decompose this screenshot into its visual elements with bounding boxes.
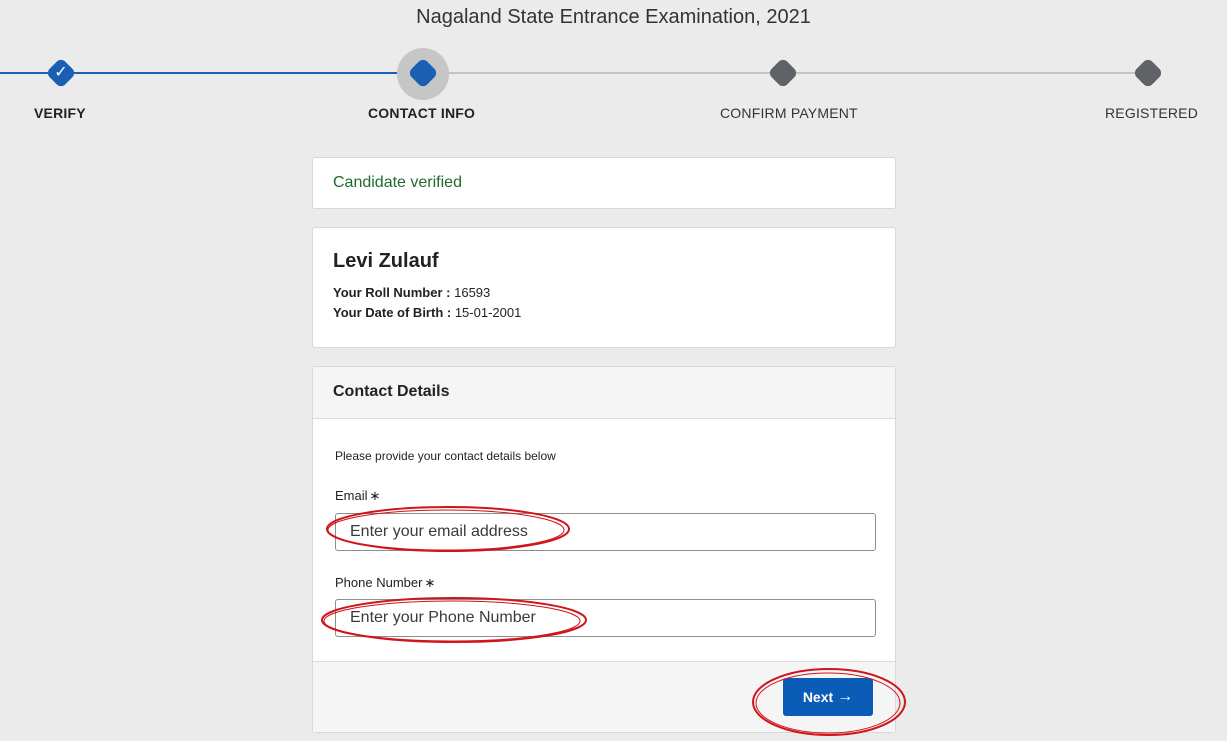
dob-value: 15-01-2001: [454, 305, 522, 320]
arrow-right-icon: →: [837, 688, 854, 705]
candidate-card: Levi Zulauf Your Roll Number : 16593 You…: [312, 227, 896, 348]
next-button-label: Next: [802, 689, 834, 705]
email-input[interactable]: [335, 513, 876, 551]
roll-number-value: 16593: [454, 285, 491, 300]
email-label: Email ∗: [335, 488, 380, 504]
step-payment-marker: [767, 57, 799, 89]
verified-alert-text: Candidate verified: [333, 174, 462, 191]
page-title: Nagaland State Entrance Examination, 202…: [416, 6, 811, 28]
step-label-verify: VERIFY: [34, 105, 86, 121]
phone-label-text: Phone Number: [335, 575, 423, 590]
contact-card-footer: Next →: [313, 661, 895, 732]
dob-label: Your Date of Birth :: [333, 305, 452, 320]
email-required-mark: ∗: [369, 488, 381, 503]
contact-details-header: Contact Details: [313, 367, 895, 419]
email-label-text: Email: [335, 488, 368, 503]
step-contact-marker: [407, 57, 439, 89]
roll-number-line: Your Roll Number : 16593: [333, 283, 875, 303]
phone-label: Phone Number ∗: [335, 575, 435, 591]
dob-line: Your Date of Birth : 15-01-2001: [333, 303, 875, 323]
contact-instructions: Please provide your contact details belo…: [335, 449, 556, 463]
roll-number-label: Your Roll Number :: [333, 285, 451, 300]
next-button[interactable]: Next →: [783, 678, 873, 716]
step-label-confirm-payment: CONFIRM PAYMENT: [720, 105, 858, 121]
step-label-registered: REGISTERED: [1105, 105, 1199, 121]
step-registered-marker: [1132, 57, 1164, 89]
phone-input[interactable]: [335, 599, 876, 637]
phone-required-mark: ∗: [424, 575, 436, 590]
candidate-name: Levi Zulauf: [333, 250, 439, 272]
step-label-contact-info: CONTACT INFO: [368, 105, 476, 121]
contact-details-card: Contact Details Please provide your cont…: [312, 366, 896, 733]
verified-alert: Candidate verified: [312, 157, 896, 209]
step-verify-marker: ✓: [45, 57, 77, 89]
check-icon: ✓: [54, 64, 68, 81]
